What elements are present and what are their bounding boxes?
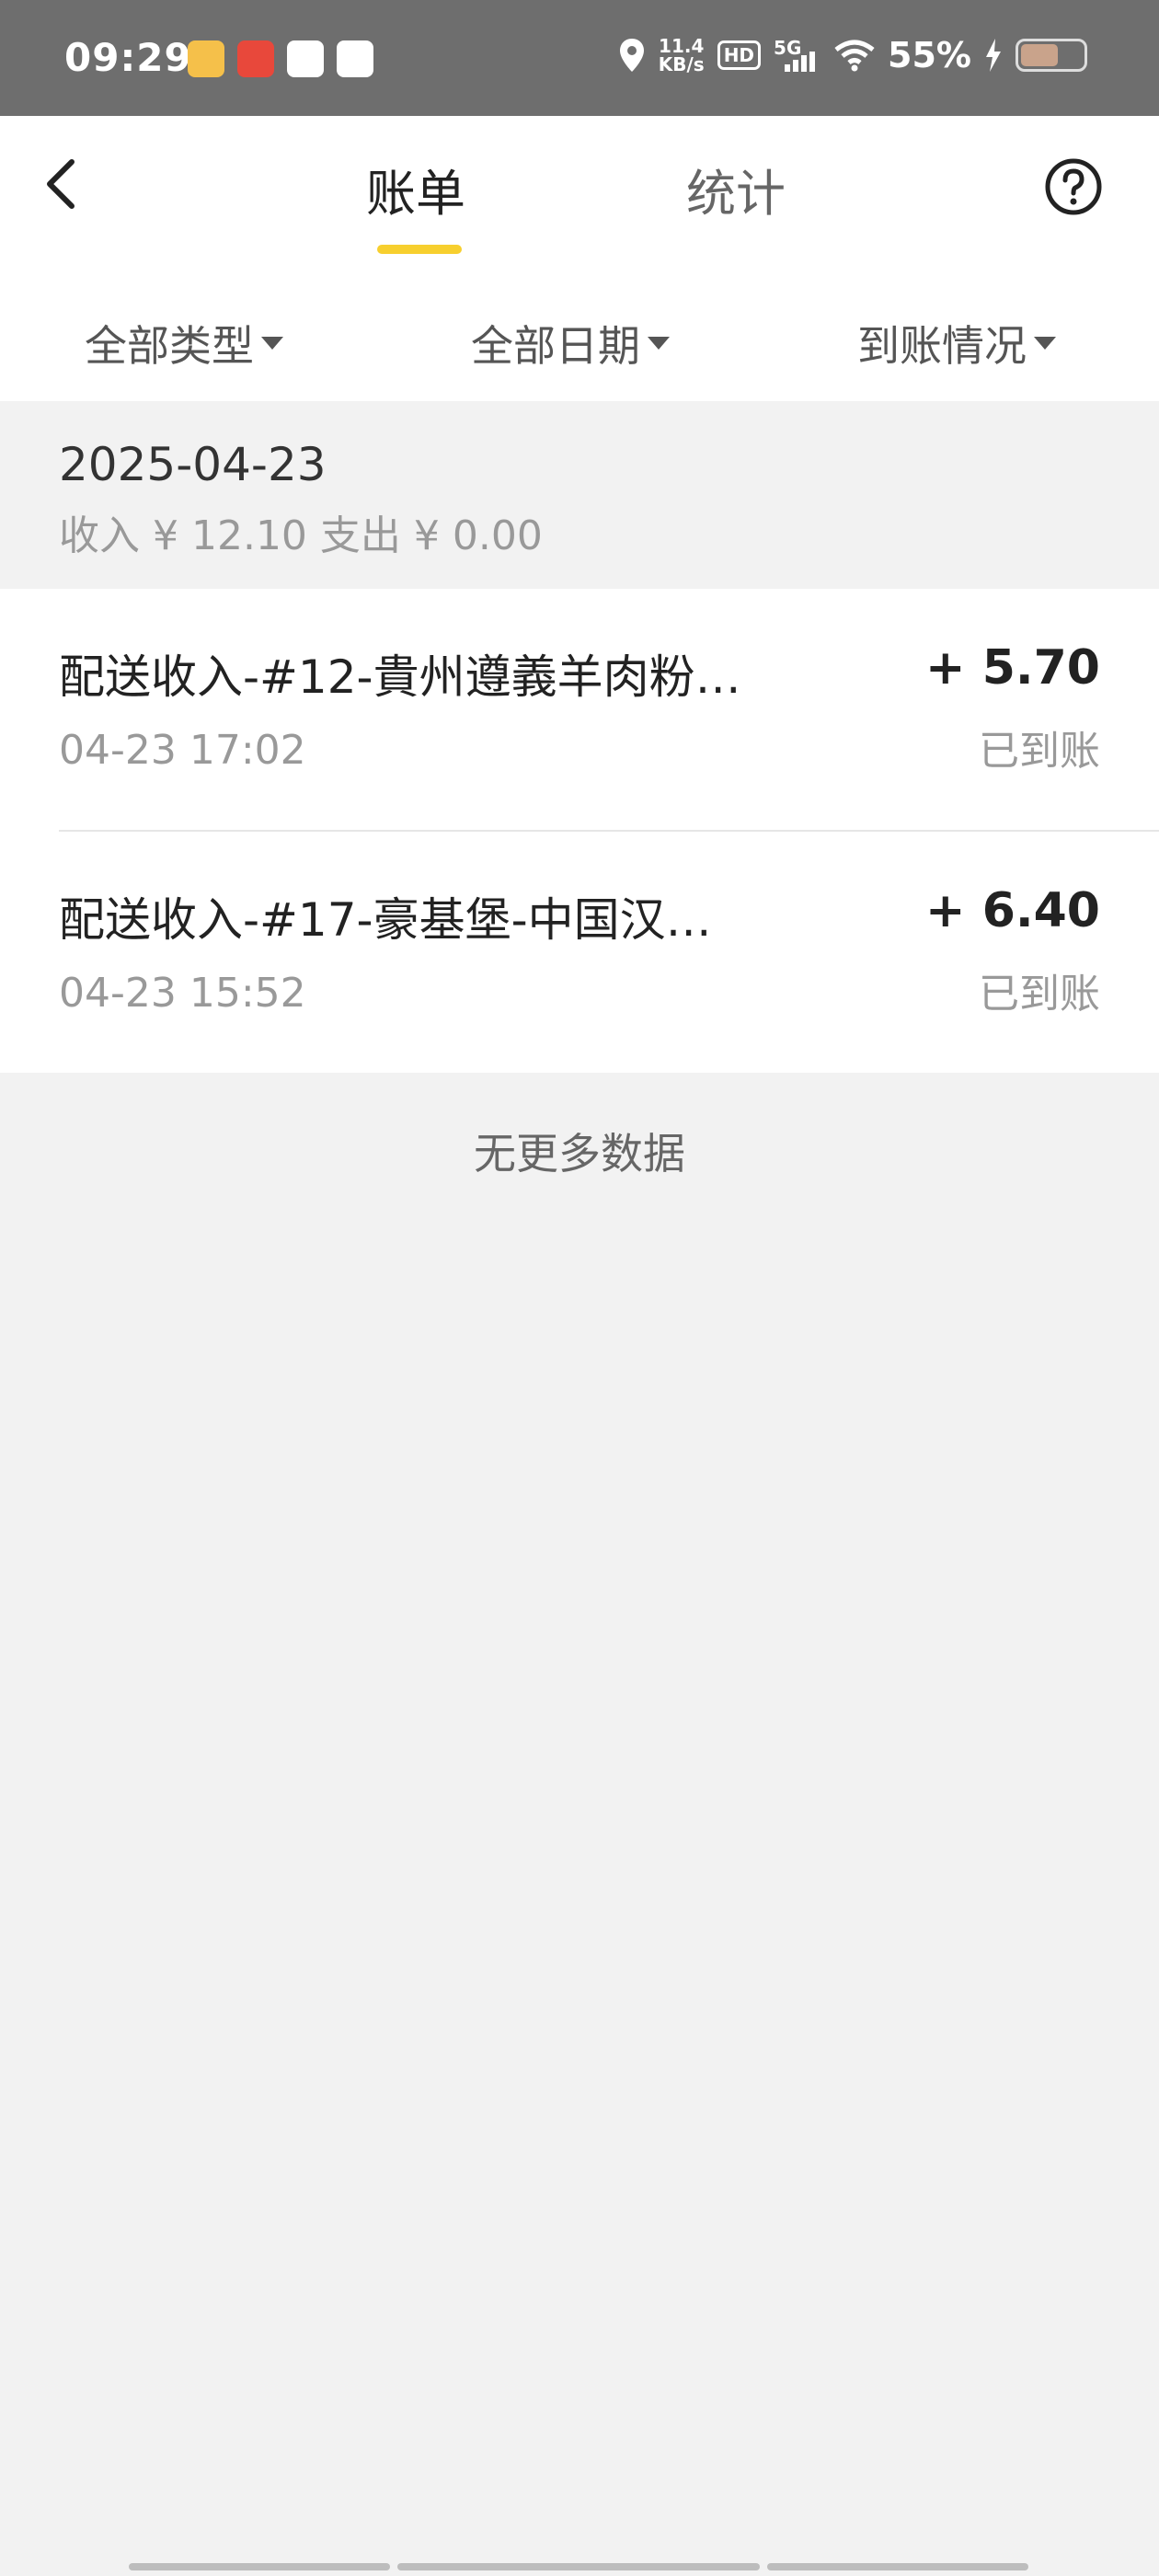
gesture-bar bbox=[397, 2563, 760, 2570]
tab-bill[interactable]: 账单 bbox=[366, 153, 465, 225]
filter-arrival-dropdown[interactable]: 到账情况 bbox=[857, 313, 1056, 374]
app-notification-icon bbox=[287, 40, 324, 77]
filter-date-label: 全部日期 bbox=[471, 321, 640, 371]
date-group-header: 2025-04-23 收入 ¥ 12.10 支出 ¥ 0.00 bbox=[0, 401, 1159, 589]
list-item[interactable]: 配送收入-#17-豪基堡-中国汉… 04-23 15:52 + 6.40 已到账 bbox=[59, 830, 1159, 1073]
record-time: 04-23 17:02 bbox=[59, 727, 306, 774]
record-amount: + 5.70 bbox=[925, 640, 1100, 696]
gesture-bar bbox=[767, 2563, 1028, 2570]
status-time: 09:29 bbox=[64, 35, 192, 80]
active-tab-indicator bbox=[377, 245, 462, 254]
record-status: 已到账 bbox=[979, 728, 1100, 775]
chevron-left-icon bbox=[47, 159, 75, 209]
app-notification-icon bbox=[337, 40, 373, 77]
caret-down-icon bbox=[1034, 337, 1056, 350]
help-icon bbox=[1045, 158, 1102, 215]
filter-type-label: 全部类型 bbox=[85, 321, 254, 371]
battery-icon bbox=[1016, 39, 1087, 72]
app-notification-icon bbox=[188, 40, 224, 77]
caret-down-icon bbox=[648, 337, 670, 350]
list-item[interactable]: 配送收入-#12-貴州遵義羊肉粉… 04-23 17:02 + 5.70 已到账 bbox=[0, 589, 1159, 830]
top-nav: 账单 统计 bbox=[0, 116, 1159, 261]
record-amount: + 6.40 bbox=[925, 883, 1100, 938]
record-list: 配送收入-#12-貴州遵義羊肉粉… 04-23 17:02 + 5.70 已到账… bbox=[0, 589, 1159, 1073]
record-title: 配送收入-#17-豪基堡-中国汉… bbox=[59, 893, 712, 947]
wifi-icon bbox=[834, 40, 875, 72]
group-summary: 收入 ¥ 12.10 支出 ¥ 0.00 bbox=[59, 512, 543, 559]
battery-percent: 55% bbox=[888, 35, 971, 75]
caret-down-icon bbox=[261, 337, 283, 350]
app-notification-icon bbox=[237, 40, 274, 77]
filter-arrival-label: 到账情况 bbox=[857, 321, 1027, 371]
help-button[interactable] bbox=[1045, 158, 1102, 215]
gesture-bar bbox=[129, 2563, 390, 2570]
record-time: 04-23 15:52 bbox=[59, 970, 306, 1017]
tab-statistics[interactable]: 统计 bbox=[686, 153, 786, 225]
network-speed-value: 11.4 bbox=[659, 35, 705, 57]
charging-icon bbox=[986, 39, 1001, 72]
record-status: 已到账 bbox=[979, 971, 1100, 1018]
no-more-data: 无更多数据 bbox=[474, 1129, 685, 1179]
back-button[interactable] bbox=[33, 156, 88, 212]
notification-icons bbox=[188, 40, 373, 77]
filter-bar: 全部类型 全部日期 到账情况 bbox=[0, 261, 1159, 401]
location-icon bbox=[619, 39, 644, 72]
filter-type-dropdown[interactable]: 全部类型 bbox=[85, 313, 283, 374]
record-title: 配送收入-#12-貴州遵義羊肉粉… bbox=[59, 650, 741, 704]
signal-icon: 5G bbox=[774, 37, 821, 74]
status-right: 11.4 KB/s HD 5G 55% bbox=[618, 35, 1087, 75]
group-date: 2025-04-23 bbox=[59, 438, 327, 491]
hd-badge: HD bbox=[717, 40, 762, 70]
network-speed-unit: KB/s bbox=[658, 53, 705, 75]
status-bar: 09:29 11.4 KB/s HD 5G 55% bbox=[0, 0, 1159, 116]
filter-date-dropdown[interactable]: 全部日期 bbox=[471, 313, 670, 374]
network-speed: 11.4 KB/s bbox=[659, 37, 705, 74]
